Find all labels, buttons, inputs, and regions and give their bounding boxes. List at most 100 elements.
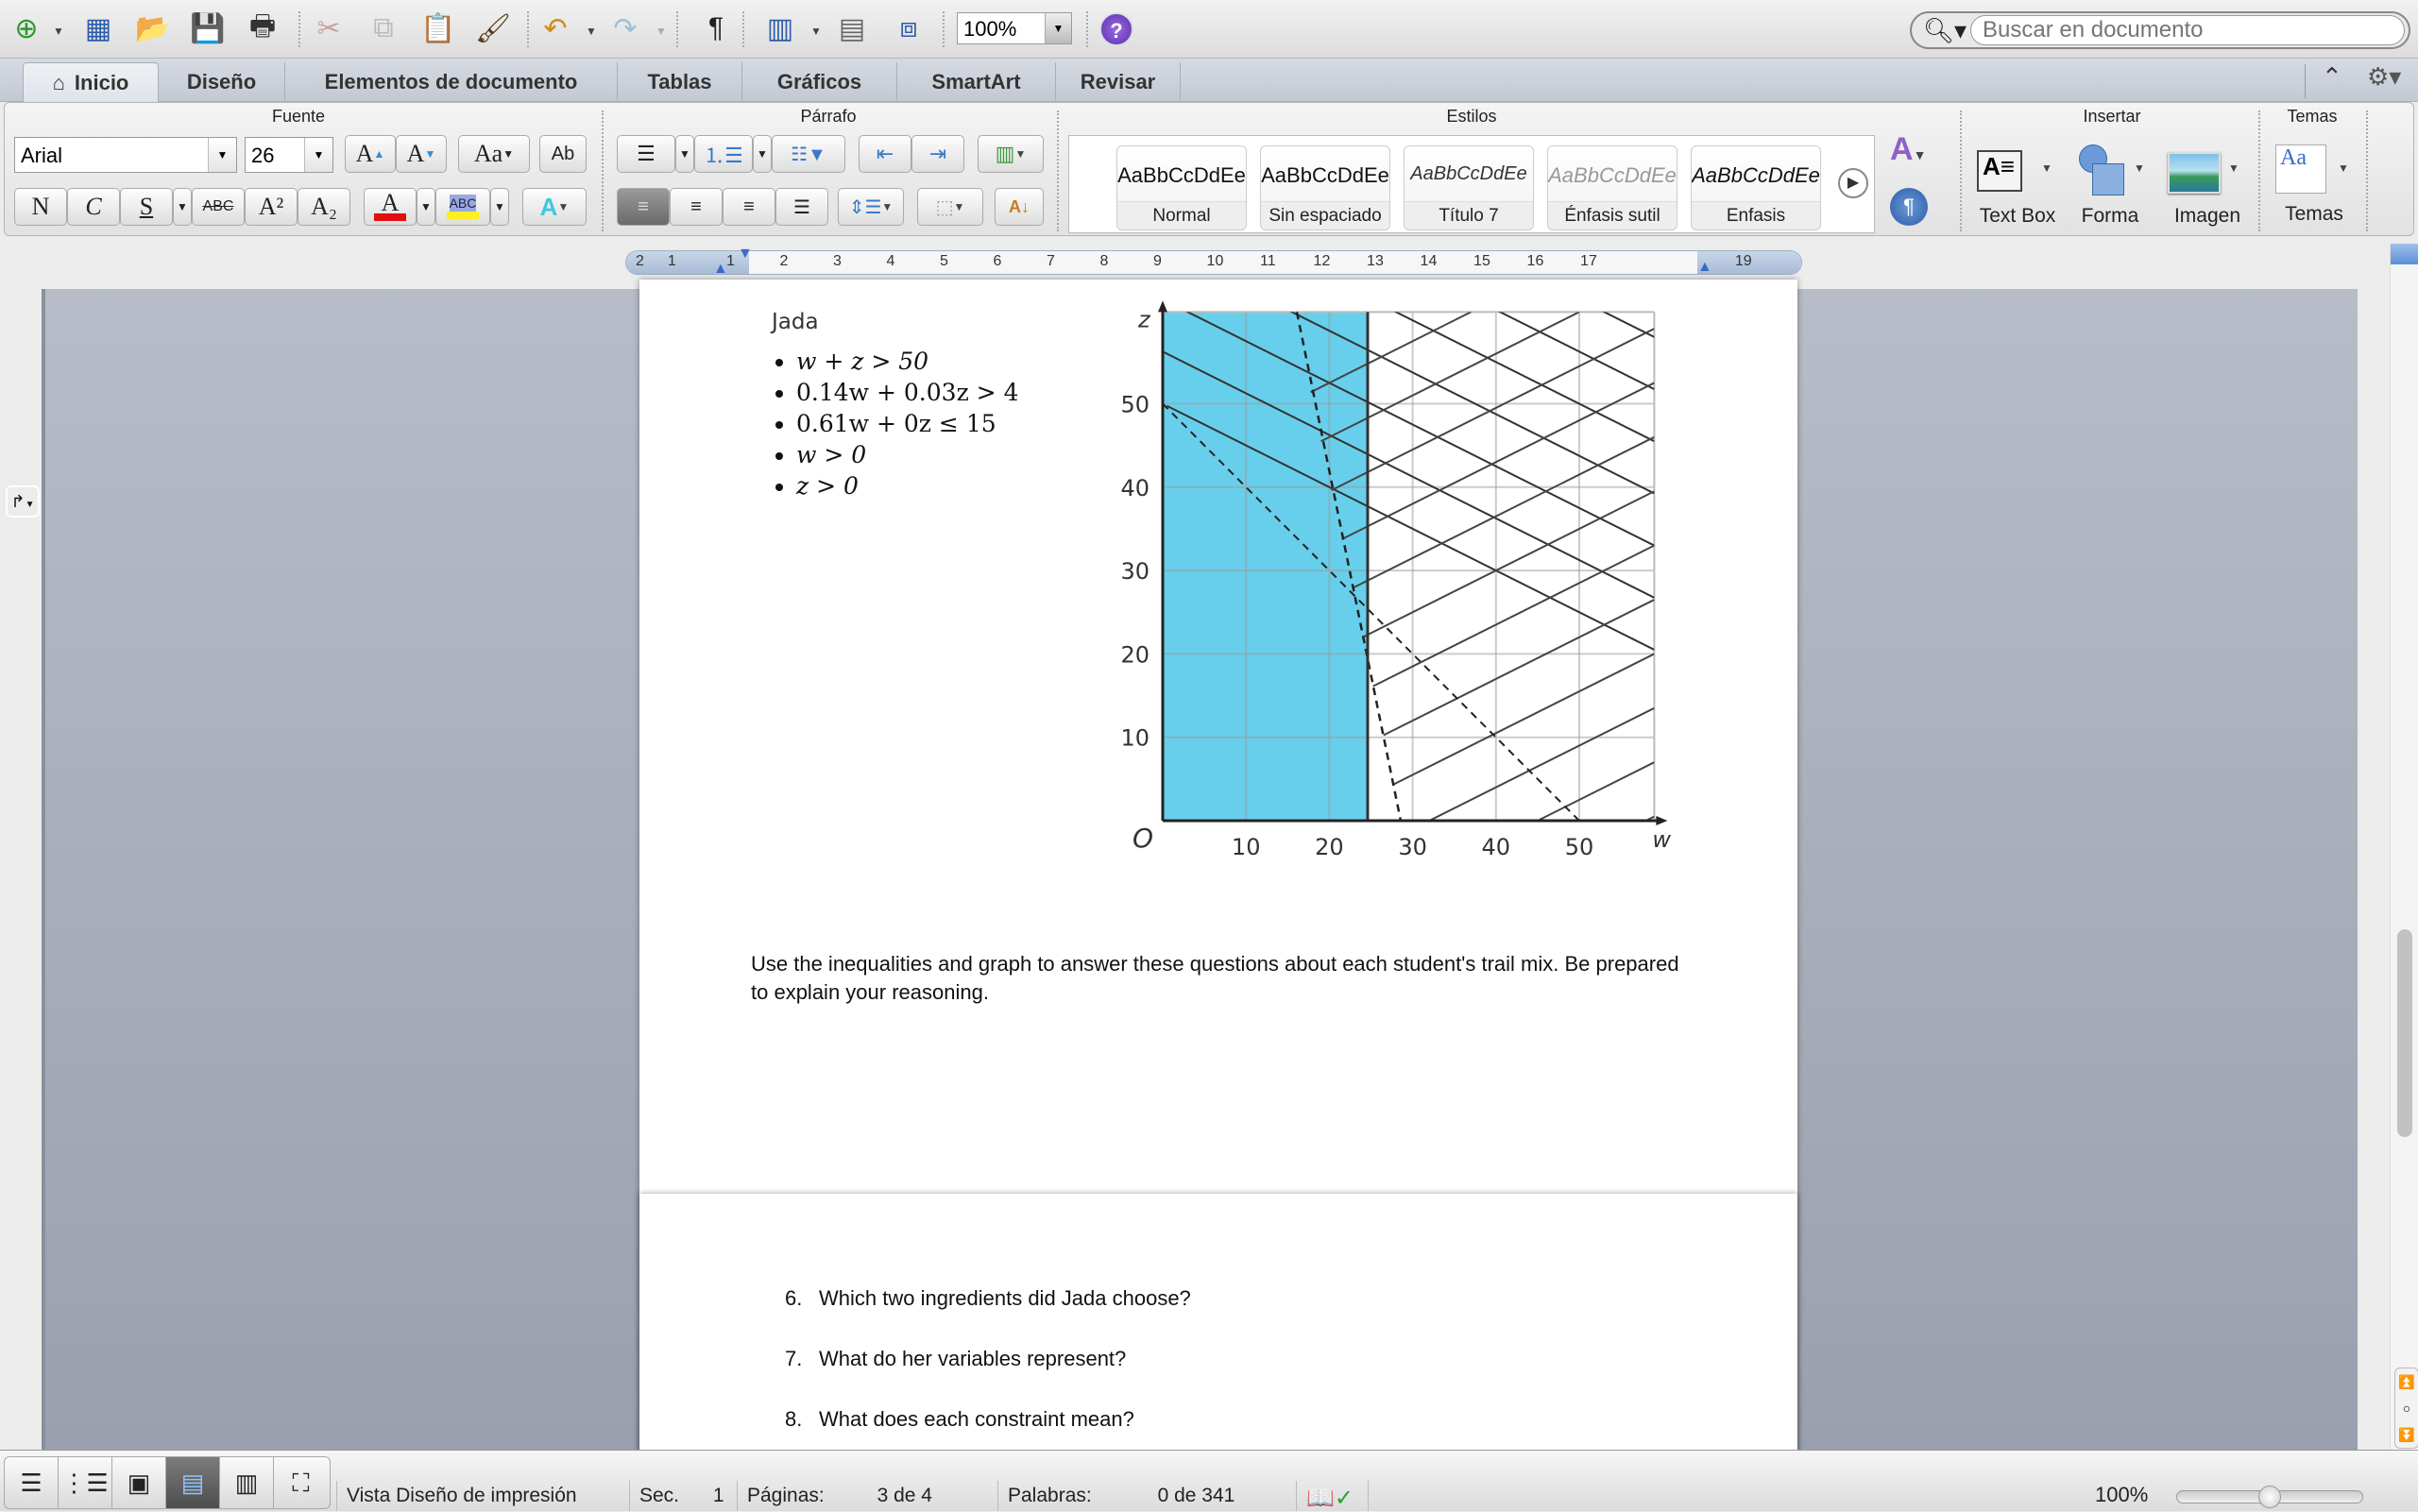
bullets-dropdown[interactable]: ▼ bbox=[675, 135, 694, 173]
format-painter-icon[interactable]: 🖌 bbox=[472, 9, 514, 47]
tab-graficos[interactable]: Gráficos bbox=[742, 62, 897, 102]
cut-icon[interactable]: ✂ bbox=[308, 9, 349, 47]
redo-dropdown[interactable]: ▼ bbox=[656, 25, 667, 38]
paste-icon[interactable]: 📋 bbox=[417, 9, 459, 47]
first-line-indent-marker[interactable]: ▼ bbox=[738, 246, 753, 263]
tab-stop-selector[interactable]: ↱▼ bbox=[6, 485, 40, 518]
style-normal[interactable]: AaBbCcDdEe Normal bbox=[1116, 145, 1247, 230]
numbering-button[interactable]: ⒈☰ bbox=[694, 135, 753, 173]
highlight-dropdown[interactable]: ▼ bbox=[490, 188, 509, 226]
tab-smartart[interactable]: SmartArt bbox=[897, 62, 1056, 102]
spellcheck-icon[interactable]: 📖✓ bbox=[1296, 1481, 1368, 1511]
multilevel-list-button[interactable]: ☷▼ bbox=[772, 135, 845, 173]
tab-revisar[interactable]: Revisar bbox=[1056, 62, 1181, 102]
styles-pane-icon[interactable]: ¶ bbox=[1890, 188, 1928, 226]
numbering-dropdown[interactable]: ▼ bbox=[753, 135, 772, 173]
sort-button[interactable]: A↓ bbox=[995, 188, 1044, 226]
new-document-dropdown[interactable]: ▼ bbox=[53, 25, 64, 38]
themes-dropdown[interactable]: ▼ bbox=[2338, 161, 2349, 175]
sidebar-icon[interactable]: ▥ bbox=[759, 9, 801, 47]
previous-page-icon[interactable]: ⏫ bbox=[2395, 1368, 2418, 1395]
manage-styles-icon[interactable]: A▼ bbox=[1890, 131, 1926, 168]
superscript-button[interactable]: A² bbox=[245, 188, 298, 226]
align-center-button[interactable]: ≡ bbox=[670, 188, 723, 226]
view-outline-icon[interactable]: ⋮☰ bbox=[59, 1457, 112, 1508]
shape-icon[interactable] bbox=[2073, 144, 2124, 197]
change-case-button[interactable]: Aa ▼ bbox=[458, 135, 530, 173]
tab-inicio[interactable]: ⌂ Inicio bbox=[23, 62, 159, 102]
undo-icon[interactable]: ↶ bbox=[535, 9, 576, 47]
strikethrough-button[interactable]: ABC bbox=[192, 188, 245, 226]
bold-button[interactable]: N bbox=[14, 188, 67, 226]
clear-formatting-button[interactable]: Ab bbox=[539, 135, 587, 173]
search-input[interactable] bbox=[1970, 15, 2405, 45]
align-right-button[interactable]: ≡ bbox=[723, 188, 775, 226]
chevron-down-icon[interactable]: ▼ bbox=[1045, 13, 1071, 43]
grow-font-button[interactable]: A ▲ bbox=[345, 135, 396, 173]
horizontal-ruler[interactable]: 2 1 1 2 3 4 5 6 7 8 9 10 11 12 13 14 15 16 17 19 ▼ ▲ ▲ bbox=[625, 246, 1802, 278]
tab-elementos-de-documento[interactable]: Elementos de documento bbox=[285, 62, 618, 102]
view-print-layout-icon[interactable]: ▤ bbox=[166, 1457, 220, 1508]
redo-icon[interactable]: ↷ bbox=[604, 9, 646, 47]
print-icon[interactable]: 🖶 bbox=[242, 9, 283, 47]
open-folder-icon[interactable]: 📂 bbox=[132, 9, 174, 47]
text-effects-button[interactable]: A ▼ bbox=[522, 188, 587, 226]
sidebar-dropdown[interactable]: ▼ bbox=[810, 25, 822, 38]
split-view-icon[interactable] bbox=[2391, 244, 2418, 264]
shape-button[interactable]: Forma bbox=[2068, 205, 2153, 228]
themes-icon[interactable]: Aa bbox=[2275, 144, 2326, 194]
bullets-button[interactable]: ☰ bbox=[617, 135, 675, 173]
zoom-slider-knob[interactable] bbox=[2258, 1486, 2281, 1508]
style-sin-espaciado[interactable]: AaBbCcDdEe Sin espaciado bbox=[1260, 145, 1390, 230]
zoom-select[interactable]: 100% ▼ bbox=[957, 12, 1072, 44]
style-enfasis-sutil[interactable]: AaBbCcDdEe Énfasis sutil bbox=[1547, 145, 1677, 230]
save-icon[interactable]: 💾 bbox=[187, 9, 229, 47]
justify-button[interactable]: ☰ bbox=[775, 188, 828, 226]
highlight-button[interactable]: ABC bbox=[435, 188, 490, 226]
words-indicator[interactable]: Palabras: 0 de 341 bbox=[997, 1481, 1296, 1511]
pages-indicator[interactable]: Páginas: 3 de 4 bbox=[737, 1481, 997, 1511]
templates-gallery-icon[interactable]: ▦ bbox=[77, 9, 119, 47]
help-button[interactable]: ? bbox=[1099, 12, 1133, 46]
shrink-font-button[interactable]: A ▼ bbox=[396, 135, 447, 173]
increase-indent-button[interactable]: ⇥ bbox=[911, 135, 964, 173]
view-full-screen-icon[interactable]: ⛶ bbox=[274, 1457, 328, 1508]
font-color-dropdown[interactable]: ▼ bbox=[417, 188, 435, 226]
hanging-indent-marker[interactable]: ▲ bbox=[713, 261, 728, 278]
image-dropdown[interactable]: ▼ bbox=[2228, 161, 2239, 175]
font-color-button[interactable]: A bbox=[364, 188, 417, 226]
columns-button[interactable]: ▥ ▼ bbox=[978, 135, 1044, 173]
font-size-select[interactable]: 26 ▼ bbox=[245, 137, 333, 173]
scroll-thumb[interactable] bbox=[2397, 929, 2412, 1137]
style-enfasis[interactable]: AaBbCcDdEe Enfasis bbox=[1691, 145, 1821, 230]
decrease-indent-button[interactable]: ⇤ bbox=[859, 135, 911, 173]
borders-button[interactable]: ⬚ ▼ bbox=[917, 188, 983, 226]
subscript-button[interactable]: A₂ bbox=[298, 188, 350, 226]
undo-dropdown[interactable]: ▼ bbox=[586, 25, 597, 38]
underline-dropdown[interactable]: ▼ bbox=[173, 188, 192, 226]
align-left-button[interactable]: ≡ bbox=[617, 188, 670, 226]
collapse-ribbon-icon[interactable]: ⌃ bbox=[2322, 62, 2342, 92]
chevron-down-icon[interactable]: ▼ bbox=[304, 138, 332, 172]
toolbox-icon[interactable]: ▤ bbox=[831, 9, 873, 47]
tab-diseno[interactable]: Diseño bbox=[159, 62, 285, 102]
next-page-icon[interactable]: ⏬ bbox=[2395, 1421, 2418, 1448]
shape-dropdown[interactable]: ▼ bbox=[2134, 161, 2145, 175]
section-indicator[interactable]: Sec. 1 bbox=[629, 1481, 737, 1511]
zoom-slider[interactable] bbox=[2176, 1486, 2363, 1508]
text-box-dropdown[interactable]: ▼ bbox=[2041, 161, 2052, 175]
view-notebook-icon[interactable]: ▥ bbox=[220, 1457, 274, 1508]
page[interactable]: 6. Which two ingredients did Jada choose?… bbox=[639, 1194, 1797, 1477]
chevron-down-icon[interactable]: ▼ bbox=[208, 138, 236, 172]
gear-icon[interactable]: ⚙▾ bbox=[2367, 62, 2401, 92]
tab-tablas[interactable]: Tablas bbox=[618, 62, 742, 102]
media-browser-icon[interactable]: ⧈ bbox=[888, 9, 929, 47]
image-button[interactable]: Imagen bbox=[2162, 205, 2253, 228]
italic-button[interactable]: C bbox=[67, 188, 120, 226]
style-titulo-7[interactable]: AaBbCcDdEe Título 7 bbox=[1404, 145, 1534, 230]
themes-button[interactable]: Temas bbox=[2262, 203, 2366, 226]
text-box-button[interactable]: Text Box bbox=[1966, 205, 2069, 228]
image-icon[interactable] bbox=[2168, 152, 2221, 194]
next-styles-arrow-icon[interactable]: ▶ bbox=[1838, 168, 1868, 198]
right-indent-marker[interactable]: ▲ bbox=[1697, 259, 1712, 276]
